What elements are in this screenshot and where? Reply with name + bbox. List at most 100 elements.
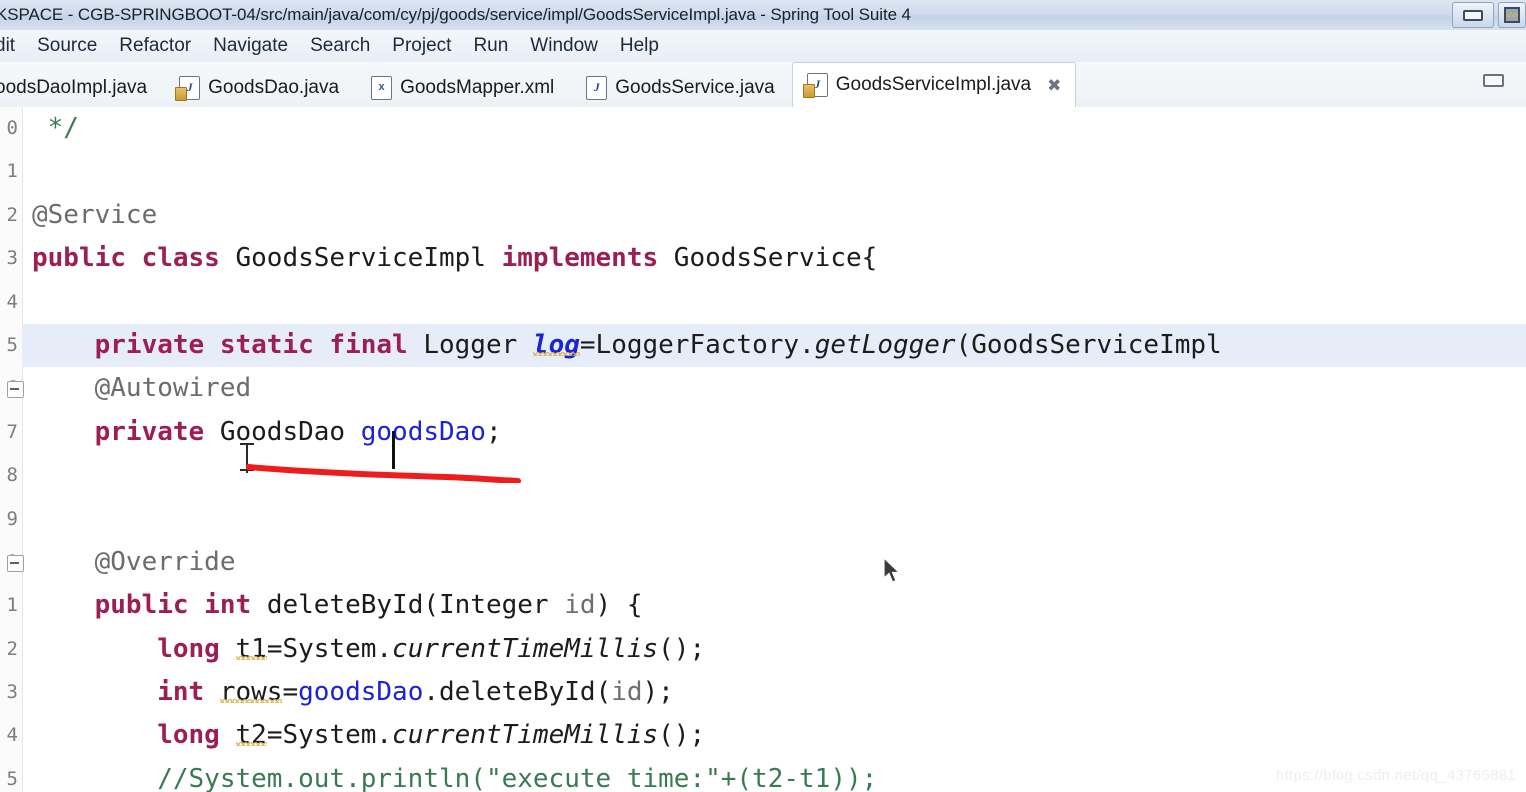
code-token: ) { (595, 590, 643, 621)
code-token: ); (642, 677, 674, 708)
code-line[interactable] (22, 281, 1526, 324)
code-line[interactable] (22, 498, 1526, 541)
mouse-pointer-icon (883, 557, 901, 583)
code-token: .deleteById( (423, 677, 612, 708)
watermark-text: https://blog.csdn.net/qq_43765881 (1275, 767, 1516, 784)
code-token: currentTimeMillis (392, 633, 659, 664)
code-token: currentTimeMillis (392, 720, 659, 751)
menu-bar: dit Source Refactor Navigate Search Proj… (0, 30, 1526, 63)
code-token: @Autowired (32, 373, 252, 404)
editor-tab[interactable]: J GoodsDao.java (164, 68, 354, 107)
code-token: (GoodsServiceImpl (955, 329, 1222, 360)
menu-item-search[interactable]: Search (299, 35, 381, 57)
minimize-button[interactable] (1452, 2, 1494, 28)
code-token: public int (32, 590, 267, 621)
line-numbers: 0123456789012345 (0, 107, 20, 792)
code-token: t1 (235, 633, 267, 664)
code-token: log (532, 329, 580, 360)
code-line[interactable]: @Service (22, 194, 1526, 237)
java-file-icon: J (802, 73, 828, 98)
code-editor[interactable]: 0123456789012345 */ @Servicepublic class… (0, 107, 1526, 792)
editor-tab-label: GoodsDao.java (208, 77, 340, 98)
code-line[interactable]: long t1=System.currentTimeMillis(); (22, 628, 1526, 671)
editor-tab[interactable]: x GoodsMapper.xml (356, 68, 569, 107)
code-line[interactable]: */ (22, 107, 1526, 150)
code-token: GoodsService{ (673, 243, 878, 274)
menu-item-run[interactable]: Run (462, 35, 519, 57)
line-number: 4 (6, 724, 18, 747)
java-file-icon: J (586, 76, 608, 100)
line-number: 8 (6, 464, 18, 487)
code-token: deleteById(Integer (266, 590, 565, 621)
line-number: 9 (6, 507, 18, 530)
code-token: private static final (32, 329, 424, 360)
menu-item-edit[interactable]: dit (0, 35, 26, 57)
menu-item-help[interactable]: Help (609, 35, 670, 57)
editor-tab-label: GoodsService.java (615, 77, 775, 98)
code-token: GoodsServiceImpl (235, 243, 502, 274)
close-icon[interactable]: ✖ (1047, 77, 1061, 94)
code-line[interactable]: @Override (22, 541, 1526, 584)
code-line[interactable]: @Autowired (22, 367, 1526, 410)
code-token: private (32, 416, 220, 447)
editor-tab[interactable]: J GoodsService.java (571, 68, 789, 107)
line-number: 0 (6, 117, 18, 139)
code-token: long (32, 633, 236, 664)
code-token: (); (658, 720, 706, 751)
menu-item-navigate[interactable]: Navigate (202, 35, 299, 57)
code-line[interactable]: int rows=goodsDao.deleteById(id); (22, 671, 1526, 714)
tab-strip: oodsDaoImpl.java J GoodsDao.java x GoodsMapp… (0, 62, 1078, 107)
code-token: //System.out.println("execute time:"+(t2… (32, 763, 878, 792)
java-file-icon: J (175, 76, 201, 101)
menu-item-source[interactable]: Source (26, 35, 108, 57)
code-line[interactable]: public int deleteById(Integer id) { (22, 584, 1526, 627)
code-line[interactable] (22, 150, 1526, 193)
window-controls (1452, 2, 1526, 28)
editor-tab-bar: oodsDaoImpl.java J GoodsDao.java x GoodsMapp… (0, 62, 1526, 108)
code-token: long (32, 720, 236, 751)
line-number: 3 (6, 247, 18, 270)
code-token: public class (32, 243, 236, 274)
title-bar: KSPACE - CGB-SPRINGBOOT-04/src/main/java… (0, 0, 1526, 31)
restore-button[interactable] (1498, 2, 1526, 28)
menu-item-window[interactable]: Window (519, 35, 609, 57)
editor-tab[interactable]: J GoodsServiceImpl.java ✖ (791, 62, 1077, 107)
code-token: goodsDao (298, 677, 424, 708)
line-number: 7 (6, 420, 18, 443)
code-line[interactable]: long t2=System.currentTimeMillis(); (22, 714, 1526, 757)
code-token: implements (501, 243, 674, 274)
code-token: (); (658, 633, 706, 664)
code-token: */ (32, 113, 79, 143)
editor-tab[interactable]: oodsDaoImpl.java (0, 68, 162, 107)
code-token: Logger (423, 329, 533, 360)
code-token: @Override (32, 546, 236, 577)
line-number: 4 (6, 290, 18, 313)
line-number: 3 (6, 681, 18, 704)
code-token: id (564, 590, 596, 621)
editor-tab-label: oodsDaoImpl.java (0, 77, 148, 98)
line-number: 5 (6, 333, 18, 356)
editor-tab-label: GoodsMapper.xml (400, 77, 555, 98)
code-line[interactable]: private static final Logger log=LoggerFa… (22, 323, 1526, 368)
minimize-editor-area-icon[interactable] (1483, 74, 1504, 87)
menu-item-project[interactable]: Project (381, 35, 462, 57)
code-token: id (611, 677, 643, 708)
line-number-gutter: 0123456789012345 (0, 107, 24, 792)
text-caret (392, 431, 395, 469)
menu-item-refactor[interactable]: Refactor (108, 35, 202, 57)
code-token: =System. (266, 720, 393, 751)
code-token: rows (219, 677, 283, 708)
line-number: 1 (6, 594, 18, 617)
window-title: KSPACE - CGB-SPRINGBOOT-04/src/main/java… (0, 5, 911, 24)
line-number: 5 (6, 767, 18, 790)
line-number: 2 (6, 203, 18, 226)
code-token: =System. (266, 633, 393, 664)
code-token: t2 (235, 720, 267, 751)
code-token: int (32, 677, 220, 708)
text-ibeam-cursor (240, 443, 254, 475)
code-token: @Service (32, 199, 158, 230)
code-line[interactable]: public class GoodsServiceImpl implements… (22, 237, 1526, 280)
line-number: 2 (6, 637, 18, 660)
xml-file-icon: x (371, 76, 393, 100)
stsp-window: KSPACE - CGB-SPRINGBOOT-04/src/main/java… (0, 0, 1526, 792)
